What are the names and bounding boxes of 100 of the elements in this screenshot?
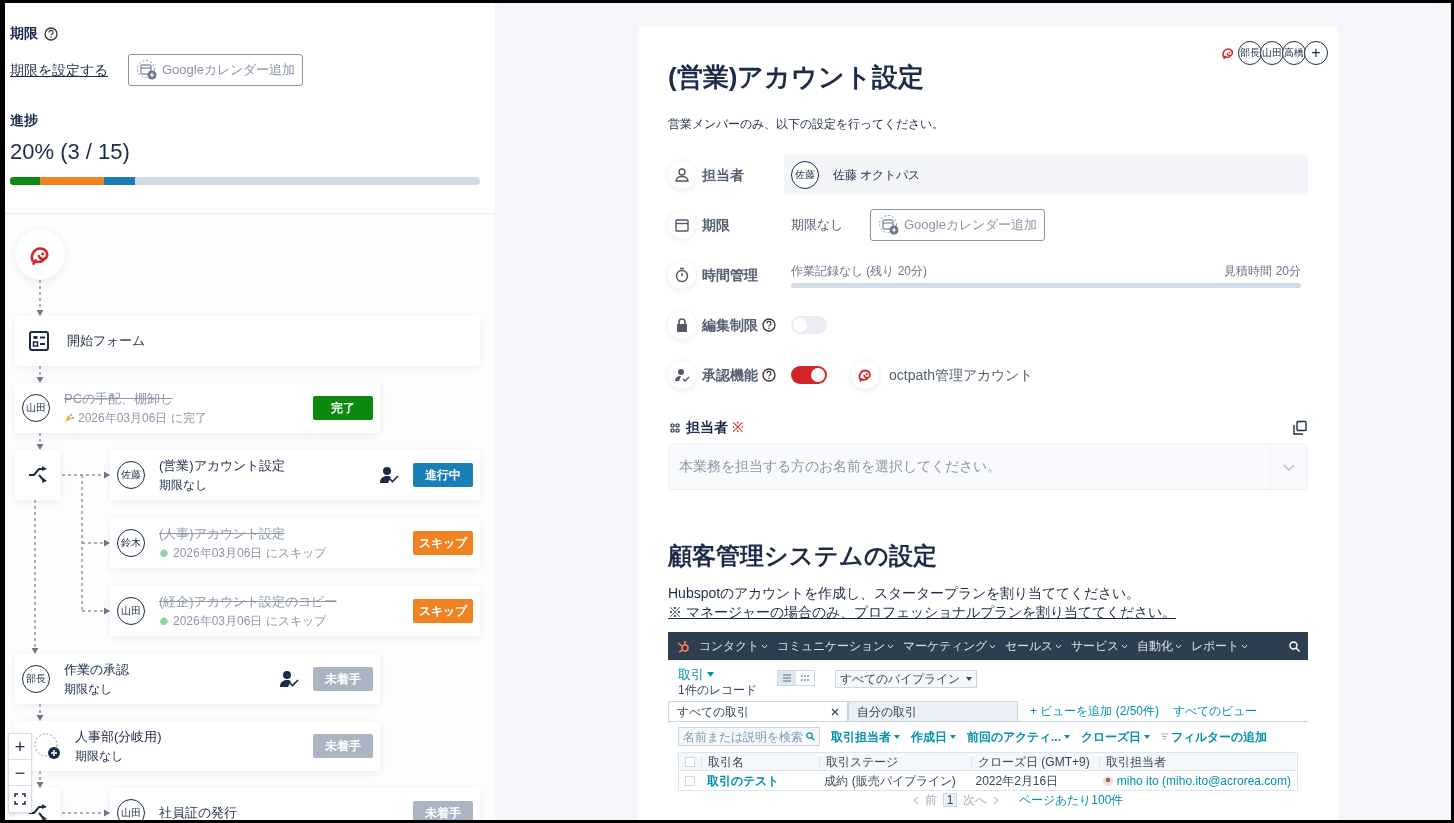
property-label: 時間管理	[702, 265, 758, 285]
checkbox[interactable]	[685, 756, 695, 767]
column-header[interactable]: クローズ日 (GMT+9)	[971, 755, 1099, 768]
task-card[interactable]: 山田 PCの手配、棚卸し 2026年03月06日 に完了 完了	[15, 383, 380, 433]
task-card[interactable]: 山田 (経企)アカウント設定のコピー 2026年03月06日 にスキップ スキップ	[110, 586, 480, 636]
set-deadline-link[interactable]: 期限を設定する	[10, 59, 108, 81]
task-title: (営業)アカウント設定	[159, 457, 286, 476]
tab[interactable]: すべての取引	[668, 701, 848, 721]
avatar: 鈴木	[117, 529, 145, 557]
section-text: Hubspotのアカウントを作成し、スタータープランを割り当ててください。	[668, 584, 1142, 603]
filter-dropdown[interactable]: 作成日	[911, 730, 947, 743]
help-icon	[44, 26, 58, 41]
search-icon	[1289, 640, 1300, 652]
chevron-down-icon	[1282, 461, 1296, 472]
required-mark: ※	[732, 418, 744, 437]
avatar: 山田	[22, 394, 50, 422]
task-subtext: 2026年03月06日 に完了	[78, 409, 207, 427]
caret-icon	[1175, 643, 1182, 649]
leaf-icon	[159, 615, 169, 626]
caret-icon	[1055, 643, 1062, 649]
property-label: 期限	[702, 215, 730, 235]
leaf-icon	[159, 547, 169, 558]
property-label: 担当者	[702, 165, 744, 185]
task-title: PCの手配、棚卸し	[64, 390, 175, 409]
object-title[interactable]: 取引	[678, 668, 704, 681]
all-views-link[interactable]: すべてのビュー	[1173, 705, 1258, 717]
task-title: 人事部(分岐用)	[75, 728, 163, 747]
per-page-dropdown[interactable]: ページあたり100件	[1019, 794, 1124, 806]
task-card[interactable]: 佐藤 (営業)アカウント設定 期限なし 進行中	[110, 450, 480, 500]
task-title: (経企)アカウント設定のコピー	[159, 593, 338, 612]
sprocket-icon	[676, 639, 690, 653]
avatar: 佐藤	[117, 461, 145, 489]
property-value: 作業記録なし (残り 20分)	[791, 263, 927, 280]
branch-icon	[27, 466, 48, 484]
description: 営業メンバーのみ、以下の設定を行ってください。	[668, 116, 945, 133]
checkbox[interactable]	[685, 775, 695, 786]
task-title: 社員証の発行	[159, 804, 238, 820]
avatar: 山田	[1260, 41, 1284, 65]
nav-item[interactable]: レポート	[1191, 640, 1239, 652]
assignee-field[interactable]: 佐藤 佐藤 オクトパス	[784, 155, 1308, 195]
caret-icon	[965, 677, 972, 681]
status-badge: 未着手	[413, 801, 473, 820]
filter-dropdown[interactable]: 取引担当者	[831, 730, 891, 743]
status-badge: 完了	[313, 396, 373, 420]
add-assignee-button[interactable]: +	[1304, 41, 1328, 65]
task-card[interactable]: 鈴木 (人事)アカウント設定 2026年03月06日 にスキップ スキップ	[110, 518, 480, 568]
progress-value: 20% (3 / 15)	[10, 141, 131, 163]
calendar-add-icon	[878, 214, 900, 236]
close-icon	[831, 707, 839, 716]
task-card[interactable]: 部長 作業の承認 期限なし 未着手	[15, 654, 380, 704]
zoom-button[interactable]: −	[9, 760, 31, 786]
record-count: 1件のレコード	[678, 684, 757, 696]
status-badge: 未着手	[313, 667, 373, 691]
task-card[interactable]: 山田 社員証の発行 未着手	[110, 788, 480, 820]
nav-item[interactable]: セールス	[1005, 640, 1053, 652]
person-icon	[674, 167, 690, 183]
add-view-link[interactable]: + ビューを追加 (2/50件)	[1030, 705, 1160, 717]
filter-icon	[1161, 733, 1168, 740]
status-badge: 未着手	[313, 734, 373, 758]
caret-icon	[1121, 643, 1128, 649]
form-card[interactable]: 開始フォーム	[15, 316, 480, 366]
status-badge: 進行中	[413, 463, 473, 487]
zoom-button[interactable]: +	[9, 734, 31, 760]
estimate-text: 見積時間 20分	[1224, 263, 1301, 280]
add-filter-link[interactable]: フィルターの追加	[1171, 730, 1267, 743]
avatar	[1102, 775, 1113, 786]
branch-connector	[60, 809, 110, 817]
filter-dropdown[interactable]: クローズ日	[1081, 730, 1141, 743]
fullscreen-icon	[14, 793, 26, 805]
task-subtext: 期限なし	[64, 680, 112, 698]
nav-item[interactable]: マーケティング	[903, 640, 987, 652]
lock-icon	[674, 317, 690, 333]
caret-icon	[989, 643, 996, 649]
column-header[interactable]: 取引ステージ	[819, 755, 971, 768]
table-cell[interactable]: 取引のテスト	[700, 774, 819, 787]
column-header[interactable]: 取引名	[701, 755, 819, 768]
nav-item[interactable]: サービス	[1071, 640, 1119, 652]
connector-arrow	[34, 704, 46, 721]
caret-icon	[1241, 643, 1248, 649]
toggle-switch[interactable]	[791, 366, 827, 384]
page-title: (営業)アカウント設定	[668, 61, 926, 94]
grid-icon	[668, 420, 682, 435]
filter-dropdown[interactable]: 前回のアクティ...	[967, 730, 1061, 743]
nav-item[interactable]: コミュニケーション	[777, 640, 885, 652]
pipeline-select[interactable]: すべてのパイプライン	[834, 670, 977, 688]
column-header[interactable]: 取引担当者	[1099, 755, 1297, 768]
approver-name: octpath管理アカウント	[889, 365, 1033, 385]
avatar: 部長	[22, 665, 50, 693]
nav-item[interactable]: コンタクト	[699, 640, 759, 652]
add-assignee-icon	[33, 732, 61, 760]
form-title: 開始フォーム	[67, 332, 145, 351]
page-number[interactable]: 1	[942, 793, 958, 807]
caret-icon	[707, 672, 714, 677]
task-title: (人事)アカウント設定	[159, 525, 286, 544]
nav-item[interactable]: 自動化	[1137, 640, 1173, 652]
table-cell[interactable]: miho ito (miho.ito@acrorea.com)	[1116, 774, 1291, 787]
connector-arrow	[34, 433, 46, 450]
status-badge: スキップ	[413, 531, 473, 555]
tab[interactable]: 自分の取引	[848, 701, 1018, 721]
confetti-icon	[64, 412, 74, 423]
